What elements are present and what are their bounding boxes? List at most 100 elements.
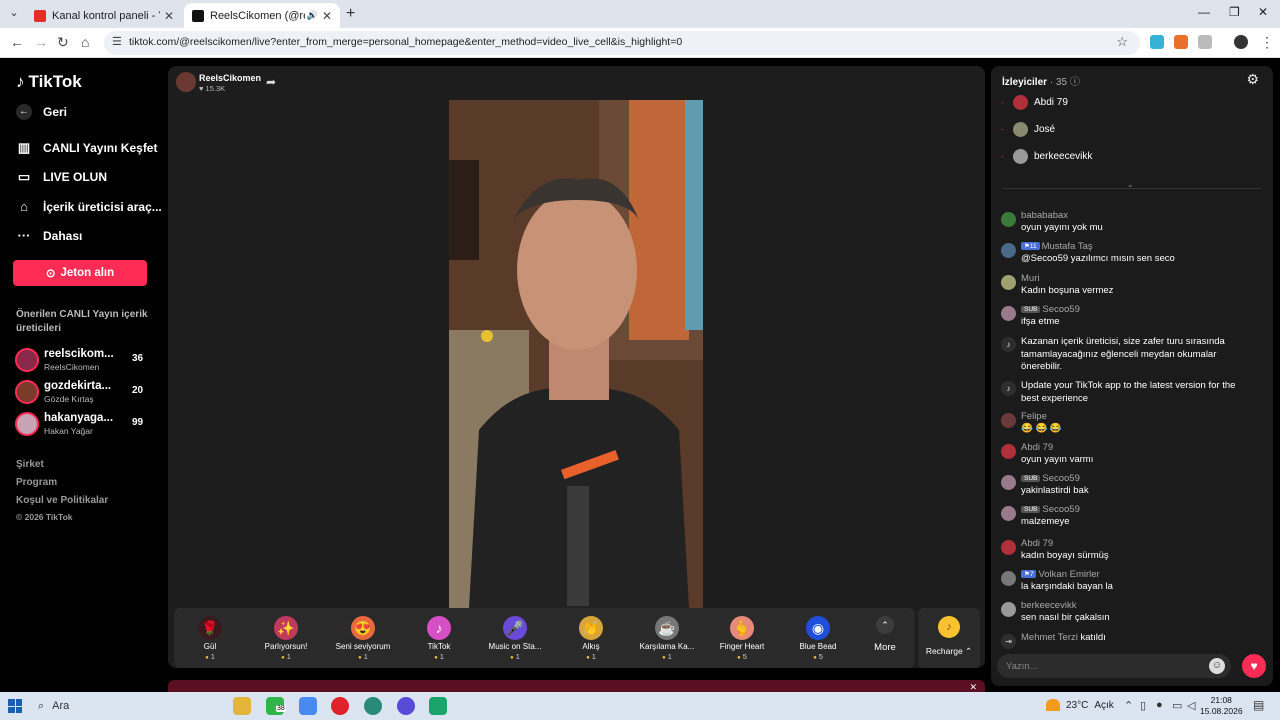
chat-user-line[interactable]: ⚑7 Volkan Emirler [1021, 569, 1100, 580]
app-icon[interactable] [429, 697, 447, 715]
tab-tiktok[interactable]: ReelsCikomen (@reelscikomen) 🔊 ✕ [184, 3, 340, 28]
chat-username[interactable]: berkeecevikk [1021, 600, 1076, 611]
close-tab-icon[interactable]: ✕ [164, 9, 174, 23]
chat-username[interactable]: Muri [1021, 273, 1039, 284]
gift-item[interactable]: ◉ Blue Bead 5 [782, 616, 854, 661]
windows-start-icon[interactable] [8, 699, 22, 713]
taskbar-search[interactable]: ⌕ Ara [32, 694, 222, 718]
avatar[interactable] [1001, 413, 1016, 428]
profile-avatar-icon[interactable] [1234, 35, 1248, 49]
live-video[interactable] [449, 100, 703, 608]
chat-input[interactable] [1006, 659, 1206, 673]
avatar[interactable] [1001, 243, 1016, 258]
file-explorer-icon[interactable] [233, 697, 251, 715]
gift-item[interactable]: 🌹 Gül 1 [174, 616, 246, 661]
chat-username[interactable]: Abdi 79 [1021, 538, 1053, 549]
creator-item[interactable]: gozdekirta... Gözde Kırtaş 20 [14, 380, 154, 406]
reload-icon[interactable]: ↻ [57, 34, 69, 51]
browser-menu-icon[interactable]: ⋮ [1260, 34, 1274, 51]
battery-icon[interactable]: ▯ [1140, 699, 1146, 712]
nav-creator-tools[interactable]: ⌂ İçerik üreticisi araç... [16, 199, 162, 214]
avatar[interactable] [1001, 602, 1016, 617]
avatar[interactable] [1001, 506, 1016, 521]
viewers-header[interactable]: İzleyiciler · 35 ⓘ [1002, 73, 1080, 88]
tiktok-logo[interactable]: ♪ TikTok [16, 72, 82, 92]
new-tab-icon[interactable]: + [346, 5, 355, 23]
url-field[interactable]: ☰ tiktok.com/@reelscikomen/live?enter_fr… [104, 31, 1140, 55]
clock[interactable]: 21:08 15.08.2026 [1200, 695, 1243, 717]
gift-item[interactable]: ✨ Parlıyorsun! 1 [250, 616, 322, 661]
like-heart-button[interactable]: ♥ [1242, 654, 1266, 678]
more-gifts-button[interactable]: ⌃ More [872, 616, 898, 653]
top-viewer[interactable]: - José [1001, 120, 1055, 138]
chat-username[interactable]: babababax [1021, 210, 1068, 221]
creator-item[interactable]: hakanyaga... Hakan Yağar 99 [14, 412, 154, 438]
settings-gear-icon[interactable]: ⚙ [1246, 71, 1259, 88]
share-icon[interactable]: ➦ [266, 75, 276, 89]
recharge-button[interactable]: ♪ Recharge ⌃ [918, 608, 980, 668]
gift-item[interactable]: 👏 Alkış 1 [555, 616, 627, 661]
site-info-icon[interactable]: ☰ [112, 35, 122, 48]
chat-username[interactable]: Felipe [1021, 411, 1047, 422]
tab-youtube[interactable]: Kanal kontrol paneli - YouTube ✕ [26, 3, 182, 28]
tab-search-icon[interactable]: ⌄ [6, 5, 22, 21]
avatar[interactable] [1001, 275, 1016, 290]
close-tab-icon[interactable]: ✕ [322, 9, 332, 23]
top-viewer[interactable]: - berkeecevikk [1001, 147, 1092, 165]
footer-link-program[interactable]: Program [16, 477, 57, 488]
avatar[interactable] [1001, 306, 1016, 321]
top-viewer[interactable]: - Abdi 79 [1001, 93, 1068, 111]
chat-username[interactable]: Abdi 79 [1021, 442, 1053, 453]
host-avatar[interactable] [176, 72, 196, 92]
footer-link-company[interactable]: Şirket [16, 459, 44, 470]
gift-item[interactable]: 😍 Seni seviyorum 1 [327, 616, 399, 661]
bookmark-star-icon[interactable]: ☆ [1116, 34, 1128, 50]
nav-go-live[interactable]: ▭ LIVE OLUN [16, 169, 107, 185]
chat-user-line[interactable]: ⚑11 Mustafa Taş [1021, 241, 1093, 252]
app-icon[interactable] [364, 697, 382, 715]
avatar[interactable] [1001, 571, 1016, 586]
chat-user-line[interactable]: SUB Secoo59 [1021, 473, 1080, 484]
chrome-icon[interactable] [299, 697, 317, 715]
notification-center-icon[interactable]: ▤ [1253, 698, 1264, 712]
creator-item[interactable]: reelscikom... ReelsCikomen 36 [14, 348, 154, 374]
nav-more[interactable]: ··· Dahası [16, 228, 83, 243]
gift-item[interactable]: 🫰 Finger Heart 5 [706, 616, 778, 661]
avatar[interactable] [1001, 540, 1016, 555]
gift-item[interactable]: ☕ Karşılama Ka... 1 [631, 616, 703, 661]
chat-user-line[interactable]: SUB Secoo59 [1021, 304, 1080, 315]
extensions-puzzle-icon[interactable] [1198, 35, 1212, 49]
gift-item[interactable]: 🎤 Music on Sta... 1 [479, 616, 551, 661]
close-window-icon[interactable]: ✕ [1258, 5, 1268, 19]
gift-item[interactable]: ♪ TikTok 1 [403, 616, 475, 661]
avatar[interactable] [1001, 475, 1016, 490]
discord-icon[interactable] [397, 697, 415, 715]
volume-icon[interactable]: ◁ [1187, 699, 1195, 712]
chat-user-line[interactable]: SUB Secoo59 [1021, 504, 1080, 515]
avatar[interactable] [1001, 212, 1016, 227]
close-icon[interactable]: ✕ [969, 682, 977, 692]
back-arrow-icon[interactable]: ← [10, 34, 24, 50]
footer-link-terms[interactable]: Koşul ve Politikalar [16, 495, 108, 506]
get-coins-button[interactable]: ⊙ Jeton alın [13, 260, 147, 286]
nav-live-explore[interactable]: ▥ CANLI Yayını Keşfet [16, 140, 158, 156]
tray-chevron-up-icon[interactable]: ⌃ [1124, 699, 1133, 712]
forward-arrow-icon[interactable]: → [34, 34, 48, 50]
metamask-icon[interactable] [1174, 35, 1188, 49]
host-name[interactable]: ReelsCikomen [199, 73, 261, 83]
minimize-icon[interactable]: — [1198, 5, 1210, 19]
network-icon[interactable]: ▭ [1172, 699, 1182, 712]
back-link[interactable]: ← Geri [16, 104, 67, 120]
chat-text: kadın boyayı sürmüş [1021, 550, 1109, 561]
speaker-icon[interactable]: 🔊 [307, 10, 318, 21]
weather-widget[interactable]: 23°C Açık [1046, 699, 1114, 711]
microphone-icon[interactable]: ● [1156, 699, 1163, 711]
avatar[interactable] [1001, 444, 1016, 459]
restore-icon[interactable]: ❐ [1229, 5, 1240, 19]
extension-icon[interactable] [1150, 35, 1164, 49]
emoji-icon[interactable]: ☺ [1209, 658, 1225, 674]
chat-username[interactable]: Mehmet Terzi [1021, 632, 1078, 643]
info-icon[interactable]: ⓘ [1070, 77, 1080, 88]
home-icon[interactable]: ⌂ [81, 34, 89, 50]
opera-icon[interactable] [331, 697, 349, 715]
